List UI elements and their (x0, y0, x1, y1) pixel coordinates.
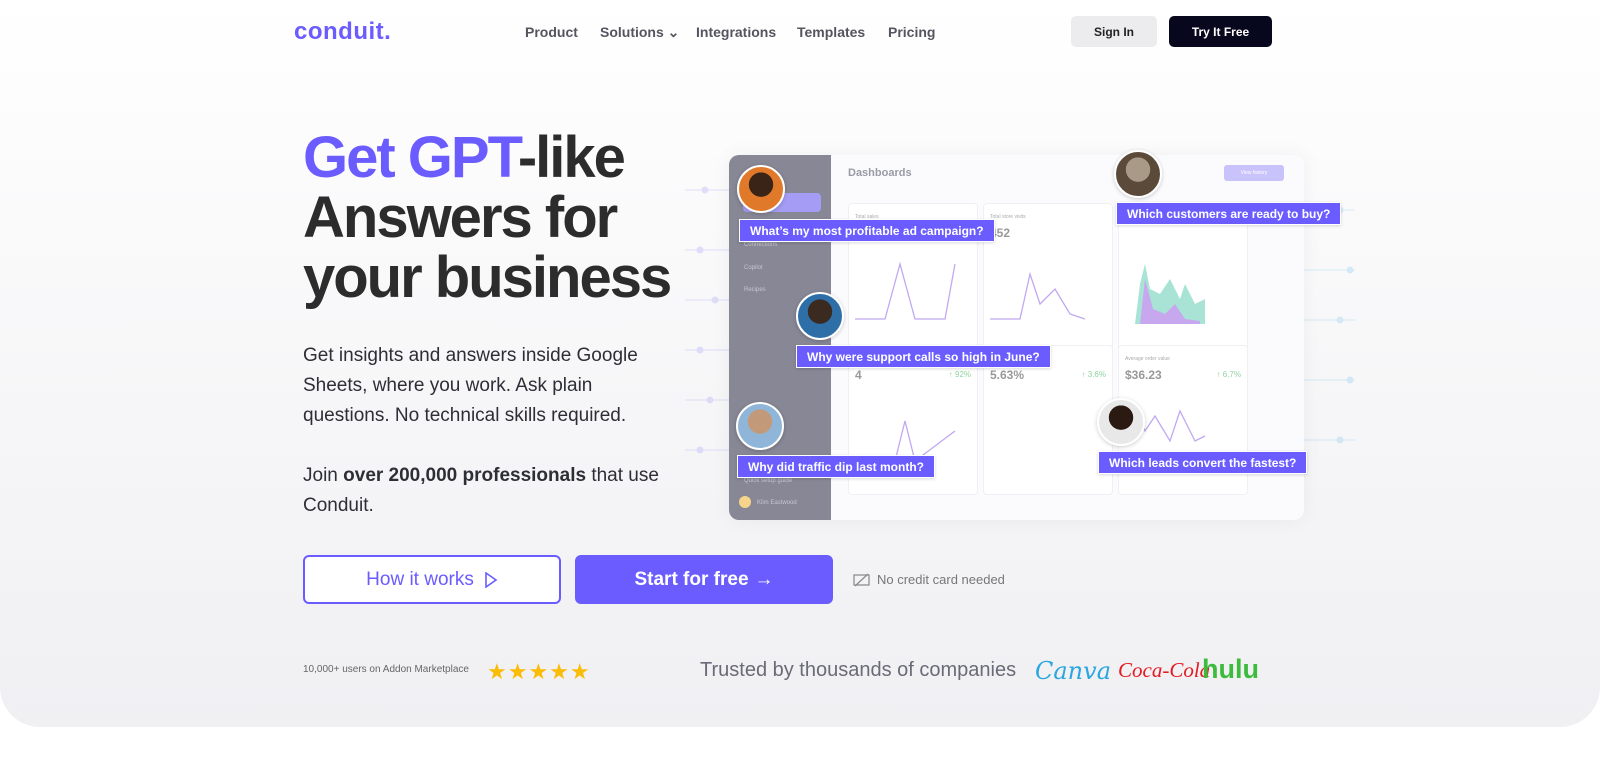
avatar (736, 402, 784, 450)
question-bubble: Which customers are ready to buy? (1116, 202, 1342, 225)
hero-title: Get GPT-like Answers for your business (303, 125, 672, 310)
join-bold: over 200,000 professionals (343, 465, 587, 486)
avatar (1097, 398, 1145, 446)
dashboard-card: Total store visits 452 (983, 203, 1113, 353)
canva-logo: Canva (1035, 657, 1111, 685)
card-change: ↑ 92% (948, 370, 971, 379)
line-chart (855, 261, 956, 320)
nav-pricing[interactable]: Pricing (888, 24, 935, 40)
sidebar-recipes: Recipes (744, 287, 766, 293)
sidebar-connections: Connections (744, 242, 778, 248)
card-value: 5.63% (990, 368, 1025, 382)
no-credit-card-note: No credit card needed (853, 572, 1005, 587)
card-value: $36.23 (1125, 368, 1162, 382)
arrow-right-icon: → (754, 568, 774, 590)
question-bubble: Why were support calls so high in June? (796, 345, 1051, 368)
title-accent: Get GPT (303, 125, 520, 190)
no-cc-text: No credit card needed (877, 572, 1005, 587)
hero-join: Join over 200,000 professionals that use… (303, 461, 663, 521)
sign-in-button[interactable]: Sign In (1071, 16, 1157, 47)
avatar (1114, 150, 1162, 198)
question-bubble: What’s my most profitable ad campaign? (739, 219, 995, 242)
start-label: Start for free (634, 568, 749, 590)
nav-integrations[interactable]: Integrations (696, 24, 776, 40)
card-change: ↑ 6.7% (1216, 370, 1241, 379)
line-chart (990, 271, 1086, 320)
dashboard-card: CUSTOMERS (1118, 203, 1248, 353)
view-history-button: View history (1224, 165, 1284, 181)
play-icon (485, 571, 498, 588)
join-pre: Join (303, 465, 344, 486)
hulu-logo: hulu (1202, 654, 1259, 684)
sidebar-user: Klim Eastwood (757, 500, 797, 506)
nav-templates[interactable]: Templates (797, 24, 865, 40)
nav-solutions[interactable]: Solutions ⌄ (600, 24, 679, 41)
card-label: Average order value (1125, 356, 1170, 362)
card-value: 4 (855, 368, 862, 382)
rating-stars: ★★★★★ (487, 659, 591, 684)
sidebar-setup-guide: Quick setup guide (744, 478, 793, 484)
title-line3: your business (303, 245, 672, 310)
title-line2: Answers for (303, 185, 618, 250)
user-avatar (739, 496, 751, 508)
how-label: How it works (366, 568, 474, 590)
sidebar-copilot: Copilot (744, 265, 763, 271)
chevron-down-icon: ⌄ (663, 24, 680, 40)
avatar (796, 292, 844, 340)
nav-solutions-label: Solutions (600, 24, 664, 40)
nav-product[interactable]: Product (525, 24, 578, 40)
question-bubble: Which leads convert the fastest? (1098, 451, 1308, 474)
card-change: ↑ 3.6% (1081, 370, 1106, 379)
coca-cola-logo: Coca‑Cola (1118, 658, 1211, 682)
card-label: Total store visits (990, 214, 1026, 220)
how-it-works-button[interactable]: How it works (303, 555, 561, 604)
area-chart (1135, 264, 1205, 324)
no-card-icon (853, 573, 870, 586)
avatar (737, 165, 785, 213)
try-free-button[interactable]: Try It Free (1169, 16, 1272, 47)
logo[interactable]: conduit. (294, 18, 391, 46)
trusted-text: Trusted by thousands of companies (700, 659, 1017, 681)
dashboard-title: Dashboards (848, 167, 912, 179)
question-bubble: Why did traffic dip last month? (737, 455, 935, 478)
title-rest: -like (517, 125, 626, 190)
users-count: 10,000+ users on Addon Marketplace (303, 664, 469, 675)
hero-description: Get insights and answers inside Google S… (303, 345, 638, 426)
start-free-button[interactable]: Start for free → (575, 555, 833, 604)
